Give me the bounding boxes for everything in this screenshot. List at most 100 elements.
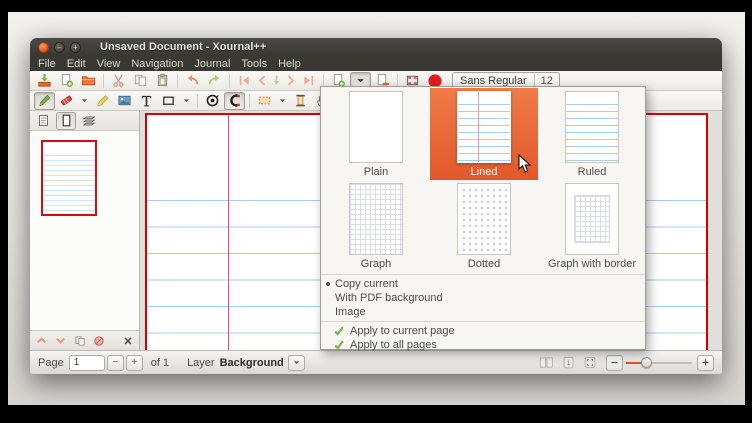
menu-item-with-pdf-background[interactable]: With PDF background	[321, 291, 645, 305]
undo-button[interactable]	[182, 72, 203, 90]
chevron-down-icon	[278, 96, 287, 105]
toolbar-separator	[249, 94, 250, 108]
zoom-out-button[interactable]	[606, 355, 623, 371]
select-options-chevron[interactable]	[276, 92, 289, 110]
move-page-up-button[interactable]	[33, 333, 50, 349]
snapping-button[interactable]	[224, 92, 245, 110]
eraser-icon	[59, 93, 74, 108]
menu-item-apply-all-pages[interactable]: Apply to all pages	[321, 338, 645, 352]
page-preview-icon	[60, 114, 73, 127]
eraser-options-chevron[interactable]	[78, 92, 91, 110]
first-page-button[interactable]	[234, 72, 255, 90]
last-page-button[interactable]	[298, 72, 319, 90]
page-margin-line	[228, 115, 229, 350]
save-icon	[37, 73, 52, 88]
copy-button[interactable]	[130, 72, 151, 90]
page-thumbnail[interactable]	[41, 140, 97, 216]
menu-item-label: Apply to all pages	[350, 339, 437, 351]
menu-item-apply-current-page[interactable]: Apply to current page	[321, 324, 645, 338]
layers-icon	[82, 114, 96, 128]
redo-button[interactable]	[204, 72, 225, 90]
cut-button[interactable]	[108, 72, 129, 90]
menu-tools[interactable]: Tools	[241, 58, 267, 70]
next-annotated-page-button[interactable]	[270, 72, 283, 90]
page-decrement-button[interactable]: −	[107, 355, 124, 371]
close-button[interactable]	[38, 42, 49, 53]
text-icon	[139, 93, 154, 108]
eraser-tool-button[interactable]	[56, 92, 77, 110]
zoom-fit-icon	[583, 356, 597, 369]
template-plain[interactable]: Plain	[322, 88, 430, 180]
template-ruled[interactable]: Ruled	[538, 88, 646, 180]
template-graph-with-border[interactable]: Graph with border	[538, 180, 646, 272]
shape-recognizer-button[interactable]	[202, 92, 223, 110]
menu-journal[interactable]: Journal	[194, 58, 230, 70]
open-folder-icon	[81, 73, 96, 88]
page-count-label: of 1	[151, 357, 169, 369]
selected-bullet	[326, 282, 330, 286]
menu-item-image[interactable]: Image	[321, 305, 645, 319]
minimize-button[interactable]: –	[54, 42, 65, 53]
template-dotted[interactable]: Dotted	[430, 180, 538, 272]
lined-thumb-lines	[458, 104, 510, 162]
maximize-button[interactable]: +	[70, 42, 81, 53]
delete-page-button-sidebar[interactable]	[90, 333, 107, 349]
dotted-thumb-dots	[461, 187, 507, 251]
new-document-button[interactable]	[56, 72, 77, 90]
paste-icon	[155, 73, 170, 88]
undo-icon	[185, 73, 200, 88]
pen-tool-button[interactable]	[34, 92, 55, 110]
previous-page-button[interactable]	[256, 72, 269, 90]
menu-file[interactable]: File	[38, 58, 56, 70]
template-graph[interactable]: Graph	[322, 180, 430, 272]
vertical-space-tool-button[interactable]	[290, 92, 311, 110]
menu-view[interactable]: View	[97, 58, 121, 70]
tab-layers[interactable]	[79, 112, 99, 130]
zoom-slider-handle[interactable]	[641, 357, 652, 368]
menu-item-label: Apply to current page	[350, 325, 455, 337]
shape-options-chevron[interactable]	[180, 92, 193, 110]
toolbar-separator	[197, 94, 198, 108]
zoom-in-button[interactable]	[697, 355, 714, 371]
down-arrow-icon	[270, 74, 283, 87]
check-icon	[333, 339, 345, 351]
previous-page-icon	[256, 74, 269, 87]
close-icon	[123, 336, 133, 346]
menu-navigation[interactable]: Navigation	[131, 58, 183, 70]
save-button[interactable]	[34, 72, 55, 90]
highlighter-tool-button[interactable]	[92, 92, 113, 110]
close-sidebar-button[interactable]	[119, 333, 136, 349]
menu-item-copy-current[interactable]: Copy current	[321, 277, 645, 291]
highlighter-icon	[95, 93, 110, 108]
move-page-down-button[interactable]	[52, 333, 69, 349]
page-increment-button[interactable]: +	[126, 355, 143, 371]
lined-thumbnail	[457, 91, 511, 163]
first-page-icon	[237, 73, 252, 88]
next-page-button[interactable]	[284, 72, 297, 90]
text-tool-button[interactable]	[136, 92, 157, 110]
toolbar-separator	[229, 74, 230, 88]
menu-edit[interactable]: Edit	[67, 58, 86, 70]
zoom-100-icon: 1	[562, 356, 575, 369]
zoom-fit-button[interactable]	[581, 355, 599, 371]
paste-button[interactable]	[152, 72, 173, 90]
image-tool-button[interactable]	[114, 92, 135, 110]
layer-dropdown-button[interactable]	[288, 355, 305, 371]
toolbar-separator	[103, 74, 104, 88]
tab-contents[interactable]	[33, 112, 53, 130]
chevron-down-icon	[55, 335, 66, 346]
zoom-slider[interactable]	[626, 355, 692, 370]
zoom-original-button[interactable]: 1	[559, 355, 577, 371]
select-region-button[interactable]	[254, 92, 275, 110]
open-button[interactable]	[78, 72, 99, 90]
page-number-input[interactable]	[69, 355, 105, 371]
template-label: Graph	[361, 258, 392, 270]
dual-page-view-button[interactable]	[537, 355, 555, 371]
lined-thumb-margin	[478, 92, 479, 162]
menu-help[interactable]: Help	[278, 58, 301, 70]
shape-tool-button[interactable]	[158, 92, 179, 110]
copy-page-button[interactable]	[71, 333, 88, 349]
select-region-icon	[257, 93, 272, 108]
chevron-down-icon	[292, 358, 301, 367]
tab-page-preview[interactable]	[56, 112, 76, 130]
